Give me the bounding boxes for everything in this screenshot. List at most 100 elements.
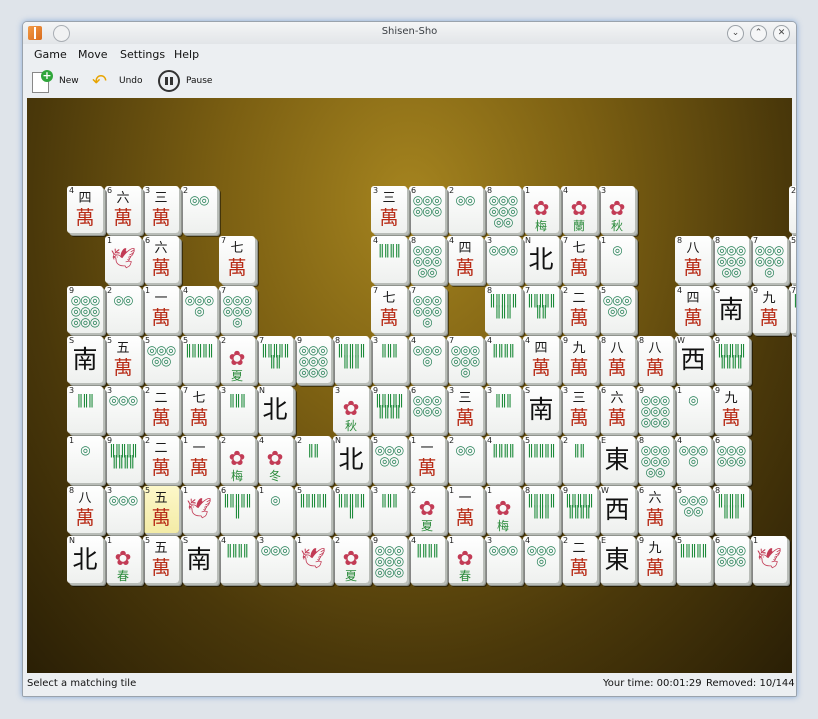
tile[interactable]: 1 ✿ 春 xyxy=(447,536,483,583)
tile[interactable]: 4 ◎◎◎◎ xyxy=(523,536,559,583)
tile[interactable]: 5 ‖‖‖‖‖ xyxy=(295,486,331,533)
tile[interactable]: 8 ‖‖‖‖‖‖‖‖ xyxy=(713,486,749,533)
tile[interactable]: 2二萬 xyxy=(143,386,179,433)
tile[interactable]: 2 ‖‖ xyxy=(561,436,597,483)
tile[interactable]: S南 xyxy=(713,286,749,333)
tile[interactable]: W西 xyxy=(599,486,635,533)
tile[interactable]: 7七萬 xyxy=(181,386,217,433)
tile[interactable]: 5 ◎◎◎◎◎ xyxy=(675,486,711,533)
tile[interactable]: 1 ✿ 梅 xyxy=(523,186,559,233)
tile[interactable]: E東 xyxy=(599,536,635,583)
tile[interactable]: 3 ◎◎◎ xyxy=(105,486,141,533)
tile[interactable]: 6 ‖‖‖‖‖‖ xyxy=(219,486,255,533)
tile[interactable]: 7‖‖‖‖‖‖‖ xyxy=(257,336,293,383)
tile[interactable]: 1 ◎ xyxy=(257,486,293,533)
tile[interactable]: 9 ‖‖‖‖‖‖‖‖‖ xyxy=(105,436,141,483)
tile[interactable]: 1 ◎ xyxy=(67,436,103,483)
tile[interactable]: 3 ✿ 秋 xyxy=(599,186,635,233)
tile[interactable]: 8八萬 xyxy=(599,336,635,383)
tile[interactable]: 4 ✿ 蘭 xyxy=(561,186,597,233)
tile[interactable]: 1 ✿ 梅 xyxy=(485,486,521,533)
tile[interactable]: 1一萬 xyxy=(181,436,217,483)
tile[interactable]: 2 ✿ 夏 xyxy=(409,486,445,533)
tile[interactable]: 4 ‖‖‖‖ xyxy=(485,436,521,483)
tile[interactable]: 4 ◎◎◎◎ xyxy=(675,436,711,483)
tile[interactable]: 9 ‖‖‖‖‖‖‖‖‖ xyxy=(713,336,749,383)
menu-move[interactable]: Move xyxy=(78,48,108,61)
tile[interactable]: 4四萬 xyxy=(67,186,103,233)
tile[interactable]: 9 ◎◎◎◎◎◎◎◎◎ xyxy=(67,286,103,333)
tile[interactable]: 3 ◎◎◎ xyxy=(485,536,521,583)
tile[interactable]: 3 ◎◎◎ xyxy=(105,386,141,433)
tile[interactable]: 5五萬 xyxy=(143,486,179,533)
menu-help[interactable]: Help xyxy=(174,48,199,61)
tile[interactable]: 7‖‖‖‖‖‖‖ xyxy=(789,286,796,333)
tile[interactable]: N北 xyxy=(523,236,559,283)
tile[interactable]: N北 xyxy=(67,536,103,583)
tile[interactable]: 3 ‖‖‖ xyxy=(371,486,407,533)
tile[interactable]: 8八萬 xyxy=(637,336,673,383)
tile[interactable]: W西 xyxy=(675,336,711,383)
tile[interactable]: 2二萬 xyxy=(561,286,597,333)
tile[interactable]: 1 🕊 xyxy=(295,536,331,583)
tile[interactable]: 4 ‖‖‖‖ xyxy=(409,536,445,583)
tile[interactable]: 4 ◎◎◎◎ xyxy=(409,336,445,383)
tile[interactable]: 8八萬 xyxy=(675,236,711,283)
tile[interactable]: 4四萬 xyxy=(523,336,559,383)
tile[interactable]: 9 ◎◎◎◎◎◎◎◎◎ xyxy=(295,336,331,383)
tile[interactable]: 2 ✿ 夏 xyxy=(333,536,369,583)
tile[interactable]: 7 ◎◎◎◎◎◎◎ xyxy=(409,286,445,333)
tile[interactable]: 8八萬 xyxy=(67,486,103,533)
tile[interactable]: 9九萬 xyxy=(637,536,673,583)
tile[interactable]: 3 ✿ 秋 xyxy=(333,386,369,433)
tile[interactable]: 7 ◎◎◎◎◎◎◎ xyxy=(751,236,787,283)
tile[interactable]: 8 ◎◎◎◎◎◎◎◎ xyxy=(637,436,673,483)
tile[interactable]: 9 ◎◎◎◎◎◎◎◎◎ xyxy=(637,386,673,433)
tile[interactable]: 5 ‖‖‖‖‖ xyxy=(675,536,711,583)
tile[interactable]: 7‖‖‖‖‖‖‖ xyxy=(523,286,559,333)
tile[interactable]: N北 xyxy=(257,386,293,433)
tile[interactable]: 8 ◎◎◎◎◎◎◎◎ xyxy=(713,236,749,283)
tile[interactable]: 5 ◎◎◎◎◎ xyxy=(599,286,635,333)
tile[interactable]: 8 ‖‖‖‖‖‖‖‖ xyxy=(333,336,369,383)
tile[interactable]: 2 ◎◎ xyxy=(181,186,217,233)
tile[interactable]: 4 ‖‖‖‖ xyxy=(371,236,407,283)
tile[interactable]: 4 ◎◎◎◎ xyxy=(181,286,217,333)
tile[interactable]: 2 ‖‖ xyxy=(295,436,331,483)
tile[interactable]: 9九萬 xyxy=(561,336,597,383)
tile[interactable]: 6六萬 xyxy=(105,186,141,233)
undo-button[interactable]: ↶ Undo xyxy=(91,69,143,93)
tile[interactable]: 3三萬 xyxy=(447,386,483,433)
tile[interactable]: 4四萬 xyxy=(675,286,711,333)
tile[interactable]: 4 ‖‖‖‖ xyxy=(485,336,521,383)
tile[interactable]: 1 🕊 xyxy=(105,236,141,283)
tile[interactable]: 6六萬 xyxy=(143,236,179,283)
tile[interactable]: 9九萬 xyxy=(713,386,749,433)
tile[interactable]: 4 ‖‖‖‖ xyxy=(219,536,255,583)
tile[interactable]: 4四萬 xyxy=(447,236,483,283)
tile[interactable]: 2 ✿ 梅 xyxy=(219,436,255,483)
tile[interactable]: 1一萬 xyxy=(409,436,445,483)
tile[interactable]: 5 ‖‖‖‖‖ xyxy=(523,436,559,483)
tile[interactable]: 6 ‖‖‖‖‖‖ xyxy=(333,486,369,533)
tile[interactable]: 2 ◎◎ xyxy=(447,436,483,483)
new-button[interactable]: + New xyxy=(31,69,79,93)
tile[interactable]: 5 ◎◎◎◎◎ xyxy=(371,436,407,483)
tile[interactable]: 3 ‖‖‖ xyxy=(219,386,255,433)
menu-game[interactable]: Game xyxy=(34,48,67,61)
tile[interactable]: 1 ✿ 春 xyxy=(105,536,141,583)
tile[interactable]: 2 ✿ 夏 xyxy=(219,336,255,383)
tile[interactable]: 2二萬 xyxy=(143,436,179,483)
tile[interactable]: 3 ‖‖‖ xyxy=(67,386,103,433)
game-board[interactable]: 4 四萬 6 六萬 3 三萬 2 ◎◎ 3 三萬 6 ◎◎◎◎◎◎ 2 ◎◎ 8 ◎◎◎◎◎◎◎◎ 1 ✿ 梅 4 ✿ 蘭… xyxy=(27,98,796,673)
tile[interactable]: 4 ✿ 冬 xyxy=(257,436,293,483)
tile[interactable]: 3三萬 xyxy=(143,186,179,233)
tile[interactable]: 6六萬 xyxy=(637,486,673,533)
tile[interactable]: 1一萬 xyxy=(143,286,179,333)
tile[interactable]: 9 ‖‖‖‖‖‖‖‖‖ xyxy=(561,486,597,533)
tile[interactable]: 5五萬 xyxy=(105,336,141,383)
tile[interactable]: 6 ◎◎◎◎◎◎ xyxy=(713,436,749,483)
menu-settings[interactable]: Settings xyxy=(120,48,165,61)
tile[interactable]: N北 xyxy=(333,436,369,483)
tile[interactable]: 1 ◎ xyxy=(675,386,711,433)
